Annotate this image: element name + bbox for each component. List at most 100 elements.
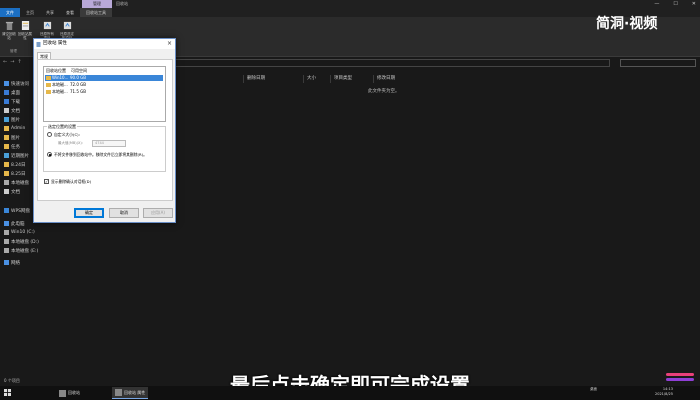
group-manage-label: 管理	[10, 49, 17, 53]
sidebar-item-recent-images[interactable]: 近期图片	[4, 152, 29, 159]
volume-list: 回收站位置 可用空间 Win10... 90.0 GB 本地磁... 72.0 …	[43, 66, 166, 122]
properties-icon	[115, 389, 122, 396]
sidebar-item-wps-drive[interactable]: WPS网盘	[4, 207, 30, 214]
sidebar-item-quick-access[interactable]: 快速访问	[4, 80, 29, 87]
empty-bin-button[interactable]: 清空回收站	[2, 20, 16, 40]
drive-icon	[46, 76, 51, 80]
sidebar-item-network[interactable]: 网络	[4, 259, 20, 266]
sidebar-item-tasks[interactable]: 任务	[4, 143, 20, 150]
window-title: 回收站	[116, 1, 128, 6]
tab-home[interactable]: 主页	[20, 8, 40, 17]
max-size-label: 最大值(MB)(X):	[58, 141, 83, 145]
restore-all-button[interactable]: 还原所有项目	[40, 20, 54, 40]
minimize-icon[interactable]: —	[654, 0, 659, 8]
tab-view[interactable]: 查看	[60, 8, 80, 17]
show-confirm-label: 显示删除确认对话框(D)	[51, 179, 92, 184]
folder-icon	[4, 171, 9, 176]
drive-icon	[4, 180, 9, 185]
drive-icon	[4, 230, 9, 235]
tab-recycle-bin-tools[interactable]: 回收站工具	[80, 8, 112, 17]
sidebar-item-drive-c[interactable]: Win10 (C:)	[4, 229, 35, 236]
dialog-title-bar: 回收站 属性 ×	[34, 39, 175, 49]
column-modified-date[interactable]: 修改日期	[373, 75, 395, 83]
taskbar-item-recycle-bin[interactable]: 回收站	[56, 387, 83, 399]
bin-properties-button[interactable]: 回收站属性	[18, 20, 32, 40]
sidebar-item-images[interactable]: 图片	[4, 134, 20, 141]
drive-icon	[46, 90, 51, 94]
taskbar: 回收站 回收站 属性 桌面 14:13 2021/8/25	[0, 386, 700, 400]
tab-file[interactable]: 文件	[0, 8, 20, 17]
folder-icon	[4, 135, 9, 140]
bin-properties-icon	[21, 21, 29, 30]
volume-list-header: 回收站位置 可用空间	[44, 67, 165, 74]
column-location[interactable]: 回收站位置	[46, 67, 66, 74]
recycle-bin-properties-dialog: 回收站 属性 × 常规 回收站位置 可用空间 Win10... 90.0 GB …	[33, 38, 176, 223]
sidebar-item-this-pc[interactable]: 此电脑	[4, 220, 25, 227]
general-panel: 回收站位置 可用空间 Win10... 90.0 GB 本地磁... 72.0 …	[37, 59, 173, 201]
star-icon	[4, 81, 9, 86]
restore-selected-icon	[63, 21, 71, 30]
location-settings-group: 选定位置的设置 自定义大小(C): 最大值(MB)(X): 4744 不将文件移…	[43, 124, 166, 172]
ribbon-tabs: 文件 主页 共享 查看 回收站工具	[0, 8, 700, 17]
taskbar-item-properties[interactable]: 回收站 属性	[112, 387, 149, 399]
document-icon	[4, 189, 9, 194]
custom-size-radio[interactable]	[47, 132, 52, 137]
no-recycle-radio[interactable]	[47, 152, 52, 157]
sidebar-item-docs[interactable]: 文档	[4, 188, 20, 195]
sidebar-item-pictures[interactable]: 图片	[4, 116, 20, 123]
window-controls: — ☐ ✕	[654, 0, 696, 8]
sidebar-item-admin[interactable]: Admin	[4, 125, 25, 132]
tab-share[interactable]: 共享	[40, 8, 60, 17]
sidebar-item-documents[interactable]: 文档	[4, 107, 20, 114]
volume-row[interactable]: 本地磁... 71.5 GB	[45, 89, 163, 95]
watermark-logo: 简洞·视频	[596, 16, 658, 32]
manage-context-tab[interactable]: 管理	[82, 0, 112, 8]
column-item-type[interactable]: 项目类型	[330, 75, 352, 83]
sidebar-item-desktop[interactable]: 桌面	[4, 89, 20, 96]
restore-selected-button[interactable]: 还原选定的项目	[60, 20, 74, 40]
apply-button[interactable]: 应用(A)	[143, 208, 173, 218]
system-clock[interactable]: 14:13 2021/8/25	[655, 387, 673, 397]
no-recycle-label: 不将文件移到回收站中。移除文件后立即将其删除(R)。	[54, 152, 147, 157]
volume-row[interactable]: Win10... 90.0 GB	[45, 75, 163, 81]
drive-icon	[46, 83, 51, 87]
drive-icon	[4, 239, 9, 244]
cancel-button[interactable]: 取消	[109, 208, 139, 218]
sidebar-item-824[interactable]: 8.24日	[4, 161, 26, 168]
maximize-icon[interactable]: ☐	[673, 0, 677, 8]
document-icon	[4, 108, 9, 113]
sidebar-item-downloads[interactable]: 下载	[4, 98, 20, 105]
dialog-close-icon[interactable]: ×	[167, 39, 172, 49]
tray-desktop-label[interactable]: 桌面	[590, 387, 597, 392]
sidebar-item-drive-e[interactable]: 本地磁盘 (E:)	[4, 247, 38, 254]
max-size-input[interactable]: 4744	[92, 140, 126, 147]
desktop-icon	[4, 90, 9, 95]
sidebar-item-local-disk[interactable]: 本地磁盘	[4, 179, 29, 186]
show-confirm-checkbox[interactable]: ✓	[44, 179, 49, 184]
column-deleted-date[interactable]: 删除日期	[243, 75, 265, 83]
drive-icon	[4, 248, 9, 253]
cloud-icon	[4, 208, 9, 213]
search-input[interactable]	[620, 59, 696, 67]
restore-all-icon	[43, 21, 51, 30]
close-icon[interactable]: ✕	[692, 0, 696, 8]
column-free-space[interactable]: 可用空间	[71, 67, 87, 74]
ok-button[interactable]: 确定	[74, 208, 104, 218]
decor-bar-purple	[666, 378, 694, 381]
sidebar-item-825[interactable]: 8.25日	[4, 170, 26, 177]
empty-bin-icon	[5, 21, 13, 30]
sidebar-item-drive-d[interactable]: 本地磁盘 (D:)	[4, 238, 39, 245]
windows-start-icon[interactable]	[4, 389, 11, 396]
computer-icon	[4, 221, 9, 226]
recycle-bin-icon	[36, 42, 41, 47]
column-headers: 删除日期 大小 项目类型 修改日期	[175, 75, 435, 83]
decor-bar-pink	[666, 373, 694, 376]
settings-legend: 选定位置的设置	[47, 124, 77, 130]
title-bar: 管理 回收站 — ☐ ✕	[0, 0, 700, 8]
folder-icon	[4, 126, 9, 131]
recycle-bin-icon	[59, 389, 66, 397]
nav-arrows-icon[interactable]: ←→↑	[3, 59, 25, 65]
column-size[interactable]: 大小	[303, 75, 316, 83]
empty-folder-message: 此文件夹为空。	[368, 89, 400, 94]
volume-row[interactable]: 本地磁... 72.0 GB	[45, 82, 163, 88]
